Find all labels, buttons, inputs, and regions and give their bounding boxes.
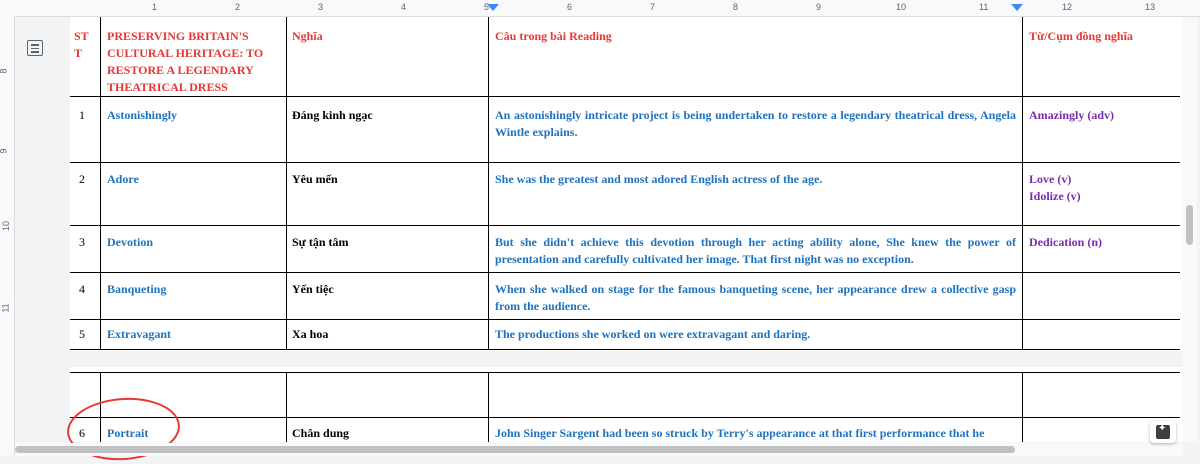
document-outline-icon[interactable]	[27, 40, 43, 56]
scrollbar-thumb[interactable]	[15, 446, 1015, 453]
row-sentence: When she walked on stage for the famous …	[495, 282, 1016, 313]
header-word: PRESERVING BRITAIN'S CULTURAL HERITAGE: …	[107, 29, 264, 94]
row-stt: 5	[79, 327, 85, 341]
ruler-number: 7	[650, 2, 656, 12]
header-meaning: Nghĩa	[292, 29, 323, 43]
ruler-number: 10	[1, 220, 12, 232]
row-synonym: Love (v) Idolize (v)	[1029, 172, 1081, 203]
document-page: 6 Portrait Chân dung John Singer Sargent…	[70, 367, 1195, 442]
row-stt: 1	[79, 108, 85, 122]
header-stt: ST T	[74, 29, 89, 60]
header-synonym: Từ/Cụm đồng nghĩa	[1029, 29, 1133, 43]
row-meaning: Xa hoa	[292, 327, 329, 341]
row-stt: 2	[79, 172, 85, 186]
row-sentence: John Singer Sargent had been so struck b…	[495, 426, 985, 440]
row-word: Astonishingly	[107, 108, 178, 122]
vertical-ruler[interactable]: 8 9 10 11	[0, 16, 15, 456]
ruler-number: 12	[1062, 2, 1073, 12]
row-sentence: But she didn't achieve this devotion thr…	[495, 235, 1016, 266]
ruler-number: 9	[816, 2, 822, 12]
document-page: ST T PRESERVING BRITAIN'S CULTURAL HERIT…	[70, 17, 1195, 351]
row-word: Extravagant	[107, 327, 171, 341]
row-meaning: Chân dung	[292, 426, 350, 440]
ruler-number: 1	[152, 2, 158, 12]
row-meaning: Yêu mến	[292, 172, 338, 186]
row-meaning: Sự tận tâm	[292, 235, 349, 249]
row-meaning: Yến tiệc	[292, 282, 334, 296]
explore-button[interactable]	[1150, 421, 1176, 443]
ruler-number: 8	[0, 68, 9, 73]
vertical-scrollbar[interactable]	[1183, 17, 1197, 442]
ruler-number: 9	[0, 148, 9, 153]
row-sentence: The productions she worked on were extra…	[495, 327, 811, 341]
ruler-number: 10	[896, 2, 907, 12]
row-meaning: Đáng kinh ngạc	[292, 108, 373, 122]
scrollbar-thumb[interactable]	[1186, 205, 1193, 245]
ruler-number: 2	[235, 2, 241, 12]
row-sentence: She was the greatest and most adored Eng…	[495, 172, 823, 186]
row-stt: 3	[79, 235, 85, 249]
ruler-number: 11	[0, 303, 11, 313]
ruler-number: 8	[733, 2, 739, 12]
row-sentence: An astonishingly intricate project is be…	[495, 108, 1016, 139]
explore-icon	[1156, 423, 1170, 439]
ruler-number: 11	[979, 2, 989, 12]
horizontal-scrollbar[interactable]	[15, 443, 1183, 456]
row-word: Devotion	[107, 235, 153, 249]
ruler-number: 4	[401, 2, 407, 12]
row-word: Banqueting	[107, 282, 167, 296]
row-stt: 4	[79, 282, 85, 296]
row-synonym: Amazingly (adv)	[1029, 108, 1114, 122]
indent-marker-icon[interactable]	[487, 4, 499, 11]
row-synonym: Dedication (n)	[1029, 235, 1102, 249]
header-sentence: Câu trong bài Reading	[495, 29, 612, 43]
row-word: Adore	[107, 172, 139, 186]
ruler-number: 6	[567, 2, 573, 12]
indent-marker-icon[interactable]	[1011, 4, 1023, 11]
ruler-number: 13	[1145, 2, 1156, 12]
ruler-number: 3	[318, 2, 324, 12]
horizontal-ruler[interactable]: 1 2 3 4 5 6 7 8 9 10 11 12 13	[0, 0, 1200, 17]
